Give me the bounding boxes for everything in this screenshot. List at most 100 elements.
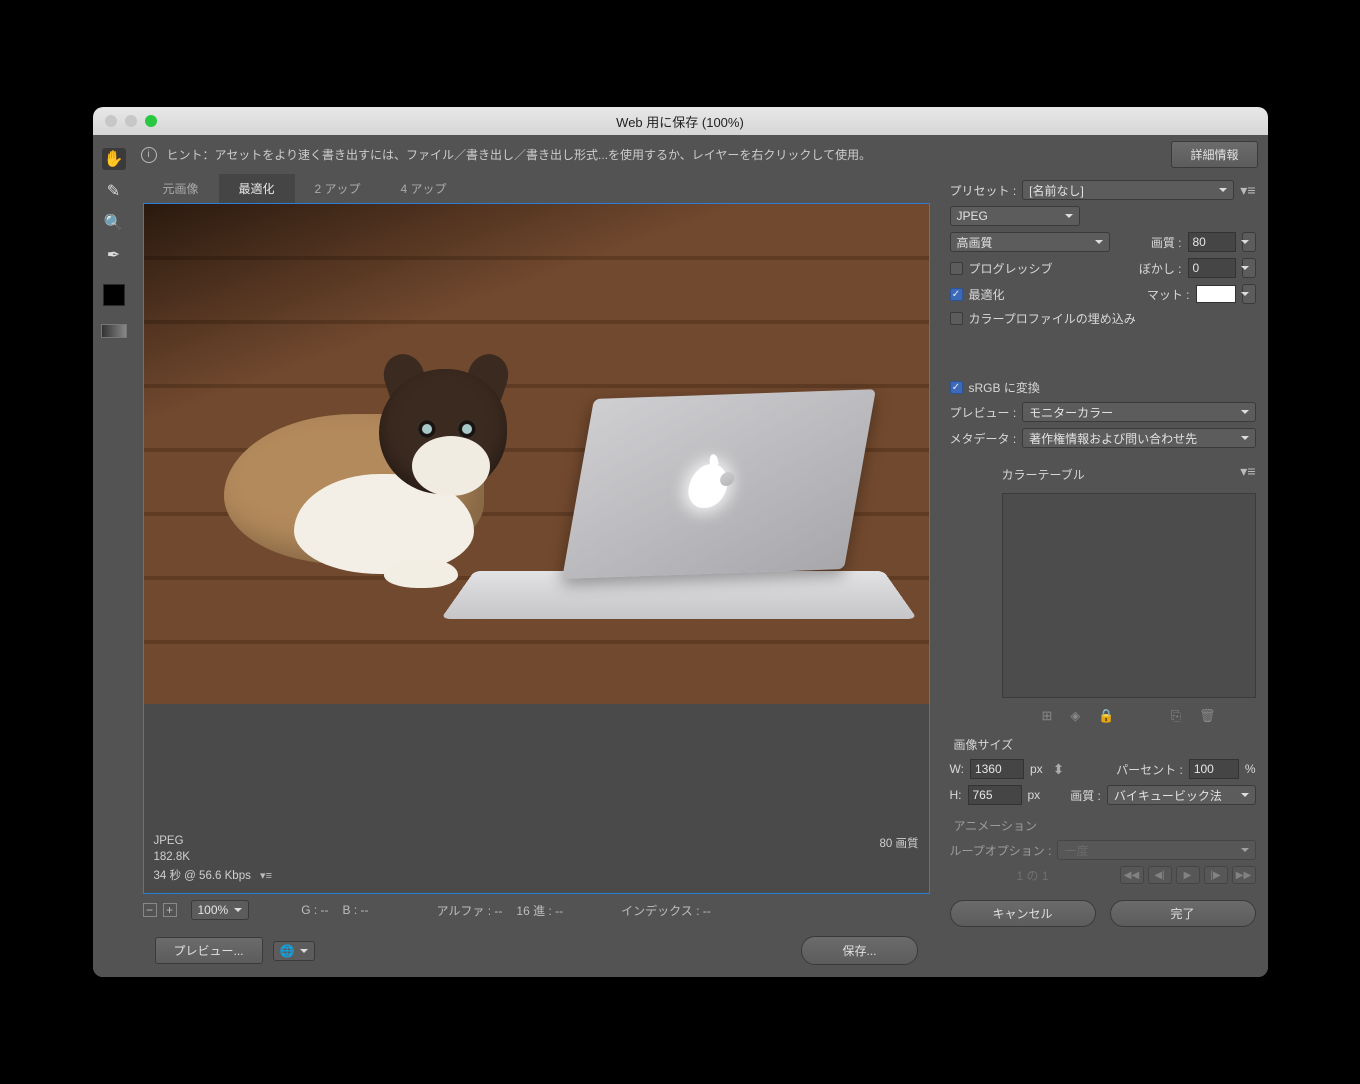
frame-counter: 1 の 1 bbox=[950, 867, 1116, 884]
loop-label: ループオプション : bbox=[950, 842, 1052, 859]
hint-text: ヒント：アセットをより速く書き出すには、ファイル／書き出し／書き出し形式...を… bbox=[167, 146, 872, 163]
preview-dropdown[interactable]: モニターカラー bbox=[1022, 402, 1255, 422]
px-unit2: px bbox=[1028, 788, 1041, 802]
preset-label: プリセット : bbox=[950, 182, 1017, 199]
px-unit: px bbox=[1030, 762, 1043, 776]
srgb-label: sRGB に変換 bbox=[969, 379, 1040, 396]
settings-panel: プリセット : [名前なし] ▾≡ JPEG 高画質 画質 : プログレッシブ bbox=[938, 174, 1268, 977]
info-download-time: 34 秒 @ 56.6 Kbps bbox=[154, 870, 251, 882]
matte-label: マット : bbox=[1147, 286, 1190, 303]
download-speed-menu-icon[interactable]: ▾≡ bbox=[260, 870, 272, 882]
readout-g: G : -- bbox=[301, 903, 328, 917]
color-table[interactable] bbox=[1002, 493, 1256, 698]
animation-title: アニメーション bbox=[954, 817, 1256, 834]
colortable-title: カラーテーブル bbox=[1002, 466, 1085, 483]
cancel-button[interactable]: キャンセル bbox=[950, 900, 1096, 927]
colortable-menu-icon[interactable]: ▾≡ bbox=[1240, 463, 1255, 480]
preview-canvas[interactable]: JPEG 182.8K 34 秒 @ 56.6 Kbps ▾≡ 80 画質 bbox=[143, 203, 930, 894]
embed-profile-checkbox[interactable] bbox=[950, 312, 963, 325]
tab-4up[interactable]: 4 アップ bbox=[381, 174, 467, 203]
eyedropper-tool[interactable]: ✒ bbox=[102, 244, 126, 266]
hint-bar: i ヒント：アセットをより速く書き出すには、ファイル／書き出し／書き出し形式..… bbox=[93, 135, 1268, 174]
prev-frame-button: ◀| bbox=[1148, 866, 1172, 884]
tab-original[interactable]: 元画像 bbox=[143, 174, 219, 203]
srgb-checkbox[interactable] bbox=[950, 381, 963, 394]
quality-stepper[interactable] bbox=[1242, 232, 1256, 252]
quality-preset-dropdown[interactable]: 高画質 bbox=[950, 232, 1110, 252]
metadata-dropdown[interactable]: 著作権情報および問い合わせ先 bbox=[1022, 428, 1255, 448]
play-button: ▶ bbox=[1176, 866, 1200, 884]
quality-label: 画質 : bbox=[1151, 234, 1182, 251]
done-button[interactable]: 完了 bbox=[1110, 900, 1256, 927]
height-input[interactable] bbox=[968, 785, 1022, 805]
eyedropper-color-swatch[interactable] bbox=[103, 284, 125, 306]
embed-profile-label: カラープロファイルの埋め込み bbox=[969, 310, 1136, 327]
matte-swatch[interactable] bbox=[1196, 285, 1236, 303]
height-label: H: bbox=[950, 788, 962, 802]
blur-input[interactable] bbox=[1188, 258, 1236, 278]
optimized-label: 最適化 bbox=[969, 286, 1005, 303]
preset-dropdown[interactable]: [名前なし] bbox=[1022, 180, 1234, 200]
preview-info: JPEG 182.8K 34 秒 @ 56.6 Kbps ▾≡ 80 画質 bbox=[144, 829, 929, 893]
info-quality: 80 画質 bbox=[880, 835, 919, 851]
blur-stepper[interactable] bbox=[1242, 258, 1256, 278]
readout-index: インデックス : -- bbox=[621, 902, 711, 919]
tab-optimized[interactable]: 最適化 bbox=[219, 174, 295, 203]
save-button[interactable]: 保存... bbox=[801, 936, 917, 965]
first-frame-button: ◀◀ bbox=[1120, 866, 1144, 884]
preset-menu-icon[interactable]: ▾≡ bbox=[1240, 182, 1255, 199]
quality-input[interactable] bbox=[1188, 232, 1236, 252]
next-frame-button: |▶ bbox=[1204, 866, 1228, 884]
progressive-checkbox[interactable] bbox=[950, 262, 963, 275]
readout-b: B : -- bbox=[343, 903, 369, 917]
percent-unit: % bbox=[1245, 762, 1256, 776]
width-label: W: bbox=[950, 762, 964, 776]
info-format: JPEG bbox=[154, 835, 919, 847]
colortable-buttons: ⊞ ◈ 🔒 ⎘ 🗑 bbox=[1002, 708, 1256, 724]
percent-input[interactable] bbox=[1189, 759, 1239, 779]
ct-cube-icon[interactable]: ◈ bbox=[1070, 708, 1080, 724]
titlebar: Web 用に保存 (100%) bbox=[93, 107, 1268, 135]
center-area: 元画像 最適化 2 アップ 4 アップ bbox=[135, 174, 938, 977]
metadata-label: メタデータ : bbox=[950, 430, 1017, 447]
preview-in-browser-button[interactable]: プレビュー... bbox=[155, 937, 263, 964]
save-for-web-window: Web 用に保存 (100%) i ヒント：アセットをより速く書き出すには、ファ… bbox=[93, 107, 1268, 977]
readout-alpha: アルファ : -- bbox=[437, 902, 503, 919]
resample-dropdown[interactable]: バイキュービック法 bbox=[1107, 785, 1256, 805]
percent-label: パーセント : bbox=[1116, 761, 1183, 778]
ct-trash-icon[interactable]: 🗑 bbox=[1199, 708, 1216, 724]
info-filesize: 182.8K bbox=[154, 851, 919, 863]
blur-label: ぼかし : bbox=[1139, 260, 1182, 277]
ct-snap-icon[interactable]: ⊞ bbox=[1041, 708, 1052, 724]
view-tabs: 元画像 最適化 2 アップ 4 アップ bbox=[143, 174, 930, 203]
preview-label: プレビュー : bbox=[950, 404, 1017, 421]
progressive-label: プログレッシブ bbox=[969, 260, 1053, 277]
ct-lock-icon[interactable]: 🔒 bbox=[1098, 708, 1114, 724]
preview-image bbox=[144, 204, 929, 704]
window-title: Web 用に保存 (100%) bbox=[93, 112, 1268, 131]
optimized-checkbox[interactable] bbox=[950, 288, 963, 301]
ct-new-icon[interactable]: ⎘ bbox=[1171, 708, 1181, 724]
tab-2up[interactable]: 2 アップ bbox=[295, 174, 381, 203]
readout-bar: 100% G : -- B : -- アルファ : -- 16 進 : -- イ… bbox=[143, 894, 930, 930]
zoom-dropdown[interactable]: 100% bbox=[191, 900, 250, 920]
matte-dropdown[interactable] bbox=[1242, 284, 1256, 304]
zoom-out-button[interactable] bbox=[143, 903, 157, 917]
zoom-tool[interactable]: 🔍 bbox=[102, 212, 126, 234]
readout-hex: 16 進 : -- bbox=[516, 902, 563, 919]
loop-dropdown: 一度 bbox=[1057, 840, 1255, 860]
format-dropdown[interactable]: JPEG bbox=[950, 206, 1080, 226]
width-input[interactable] bbox=[970, 759, 1024, 779]
hand-tool[interactable]: ✋ bbox=[102, 148, 126, 170]
zoom-in-button[interactable] bbox=[163, 903, 177, 917]
slice-select-tool[interactable]: ✎ bbox=[102, 180, 126, 202]
resample-label: 画質 : bbox=[1070, 787, 1101, 804]
tool-column: ✋ ✎ 🔍 ✒ bbox=[93, 144, 135, 977]
details-button[interactable]: 詳細情報 bbox=[1171, 141, 1257, 168]
browser-dropdown[interactable]: 🌐 bbox=[273, 941, 316, 961]
link-dimensions-icon[interactable]: ⬍ bbox=[1053, 761, 1065, 778]
toggle-slice-visibility[interactable] bbox=[101, 324, 127, 338]
imagesize-title: 画像サイズ bbox=[954, 736, 1256, 753]
last-frame-button: ▶▶ bbox=[1232, 866, 1256, 884]
info-icon: i bbox=[141, 147, 157, 163]
